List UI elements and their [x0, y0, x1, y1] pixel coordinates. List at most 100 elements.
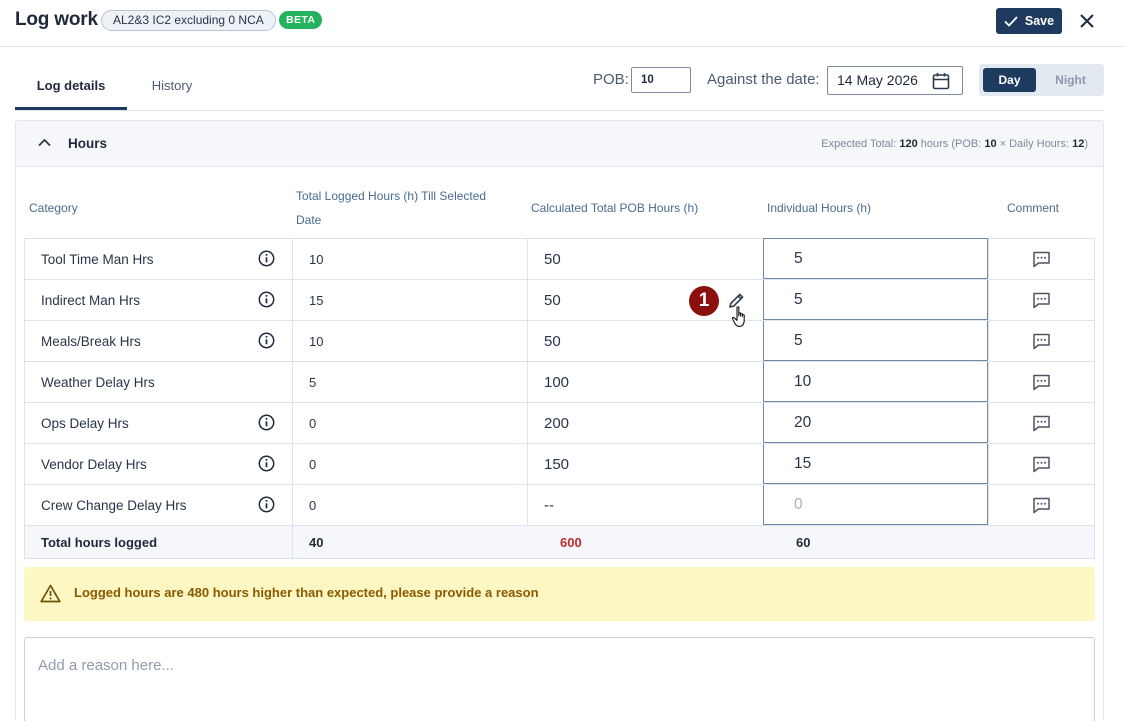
individual-hours-input[interactable]: 0 — [763, 485, 988, 525]
calculated-pob-cell: -- — [544, 496, 554, 514]
hours-panel-header[interactable]: Hours Expected Total: 120 hours (POB: 10… — [16, 121, 1103, 167]
comment-icon — [1032, 251, 1051, 268]
project-tag: AL2&3 IC2 excluding 0 NCA — [101, 10, 276, 31]
comment-button[interactable] — [988, 403, 1094, 443]
calendar-icon[interactable] — [932, 72, 950, 90]
table-row: Indirect Man Hrs 15 50 5 — [25, 280, 1094, 321]
column-header-total-logged: Total Logged Hours (h) Till Selected Dat… — [296, 189, 487, 227]
category-label: Tool Time Man Hrs — [41, 251, 154, 267]
category-cell: Weather Delay Hrs — [25, 362, 293, 402]
close-icon — [1080, 14, 1094, 28]
total-logged-cell: 0 — [293, 485, 528, 525]
tab-history[interactable]: History — [128, 66, 216, 110]
hours-table: Tool Time Man Hrs 10 50 5 Indirect Man Hrs 15… — [24, 238, 1095, 559]
info-icon[interactable] — [258, 332, 275, 352]
individual-hours-input[interactable]: 15 — [763, 444, 988, 484]
info-icon[interactable] — [258, 414, 275, 434]
individual-hours-input[interactable]: 5 — [763, 238, 988, 279]
calculated-pob-cell: 150 — [544, 455, 570, 473]
comment-icon — [1032, 292, 1051, 309]
tab-log-details[interactable]: Log details — [15, 66, 127, 110]
comment-button[interactable] — [988, 239, 1094, 279]
category-cell: Crew Change Delay Hrs — [25, 485, 293, 525]
shift-day-button[interactable]: Day — [983, 68, 1036, 92]
tabs-divider — [15, 110, 1104, 111]
category-cell: Tool Time Man Hrs — [25, 239, 293, 279]
warning-banner: Logged hours are 480 hours higher than e… — [24, 567, 1095, 621]
comment-icon — [1032, 415, 1051, 432]
dialog-header: Log work AL2&3 IC2 excluding 0 NCA BETA … — [0, 0, 1125, 47]
hand-pointer-icon — [731, 306, 745, 328]
check-icon — [1004, 15, 1018, 27]
info-icon[interactable] — [258, 496, 275, 516]
individual-hours-input[interactable]: 5 — [763, 280, 988, 320]
totals-row: Total hours logged 40 600 60 — [25, 526, 1094, 559]
info-icon[interactable] — [258, 455, 275, 475]
step-marker: 1 — [689, 286, 719, 316]
comment-button[interactable] — [988, 444, 1094, 484]
table-row: Crew Change Delay Hrs 0 -- 0 — [25, 485, 1094, 526]
shift-night-button[interactable]: Night — [1041, 68, 1100, 92]
hours-title: Hours — [68, 136, 108, 151]
category-cell: Meals/Break Hrs — [25, 321, 293, 361]
column-header-individual: Individual Hours (h) — [767, 201, 872, 215]
total-logged-cell: 15 — [293, 280, 528, 320]
category-label: Weather Delay Hrs — [41, 374, 155, 390]
shift-toggle: Day Night — [979, 64, 1104, 96]
info-icon[interactable] — [258, 291, 275, 311]
date-picker[interactable]: 14 May 2026 — [827, 66, 963, 95]
comment-icon — [1032, 497, 1051, 514]
category-cell: Vendor Delay Hrs — [25, 444, 293, 484]
close-button[interactable] — [1076, 10, 1098, 32]
total-logged-cell: 0 — [293, 403, 528, 443]
table-row: Vendor Delay Hrs 0 150 15 — [25, 444, 1094, 485]
warning-text: Logged hours are 480 hours higher than e… — [74, 585, 539, 600]
calculated-pob-cell: 200 — [544, 414, 570, 432]
date-label: Against the date: — [707, 71, 820, 88]
expected-total: Expected Total: 120 hours (POB: 10 × Dai… — [821, 138, 1088, 150]
category-cell: Indirect Man Hrs — [25, 280, 293, 320]
pob-input[interactable]: 10 — [631, 67, 691, 93]
chevron-up-icon[interactable] — [38, 138, 51, 147]
category-label: Crew Change Delay Hrs — [41, 497, 187, 513]
table-row: Ops Delay Hrs 0 200 20 — [25, 403, 1094, 444]
total-logged-cell: 10 — [293, 239, 528, 279]
column-header-category: Category — [29, 201, 78, 215]
comment-button[interactable] — [988, 485, 1094, 525]
totals-pob: 600 — [560, 535, 582, 550]
individual-hours-input[interactable]: 10 — [763, 362, 988, 402]
totals-logged: 40 — [309, 535, 324, 550]
table-row: Weather Delay Hrs 5 100 10 — [25, 362, 1094, 403]
comment-icon — [1032, 374, 1051, 391]
category-label: Indirect Man Hrs — [41, 292, 141, 308]
date-value: 14 May 2026 — [837, 72, 918, 88]
category-label: Vendor Delay Hrs — [41, 456, 147, 472]
beta-badge: BETA — [279, 11, 323, 29]
info-icon[interactable] — [258, 250, 275, 270]
totals-individual: 60 — [796, 535, 811, 550]
save-label: Save — [1024, 14, 1055, 28]
comment-button[interactable] — [988, 280, 1094, 320]
totals-label: Total hours logged — [25, 526, 293, 559]
save-button[interactable]: Save — [996, 8, 1062, 34]
table-row: Meals/Break Hrs 10 50 5 — [25, 321, 1094, 362]
comment-icon — [1032, 333, 1051, 350]
total-logged-cell: 0 — [293, 444, 528, 484]
comment-button[interactable] — [988, 321, 1094, 361]
table-row: Tool Time Man Hrs 10 50 5 — [25, 238, 1094, 280]
individual-hours-input[interactable]: 20 — [763, 403, 988, 443]
column-header-comment: Comment — [1007, 201, 1060, 215]
total-logged-cell: 5 — [293, 362, 528, 402]
category-label: Meals/Break Hrs — [41, 333, 141, 349]
category-label: Ops Delay Hrs — [41, 415, 129, 431]
warning-icon — [40, 584, 61, 603]
reason-textarea[interactable]: Add a reason here... — [24, 637, 1095, 721]
category-cell: Ops Delay Hrs — [25, 403, 293, 443]
pob-label: POB: — [593, 71, 629, 88]
comment-button[interactable] — [988, 362, 1094, 402]
calculated-pob-cell: 50 — [544, 332, 561, 350]
column-header-calculated-pob: Calculated Total POB Hours (h) — [531, 201, 699, 215]
calculated-pob-cell: 100 — [544, 373, 570, 391]
calculated-pob-cell: 50 — [544, 250, 561, 268]
individual-hours-input[interactable]: 5 — [763, 321, 988, 361]
